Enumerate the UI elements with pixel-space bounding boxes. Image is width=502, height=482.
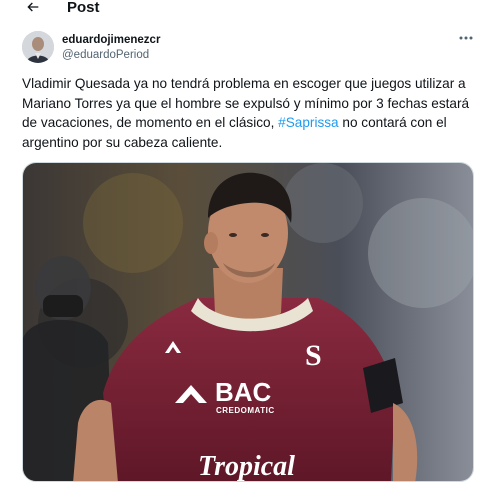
author-display-name[interactable]: eduardojimenezcr [62, 33, 160, 47]
sponsor-bac: BAC [215, 377, 272, 407]
sponsor-credomatic: CREDOMATIC [216, 406, 275, 415]
sponsor-tropical: Tropical [198, 451, 295, 482]
jersey-letter: S [305, 339, 322, 372]
tweet-text: Vladimir Quesada ya no tendrá problema e… [22, 74, 484, 152]
more-options-button[interactable] [454, 30, 478, 46]
more-dots-icon [459, 36, 473, 40]
player-photo: S BAC CREDOMATIC Tropical [23, 163, 473, 482]
avatar[interactable] [22, 31, 54, 63]
top-bar: Post [0, 0, 502, 20]
arrow-left-icon [27, 2, 39, 12]
page-title: Post [67, 0, 100, 16]
back-button[interactable] [22, 0, 44, 18]
author-handle[interactable]: @eduardoPeriod [62, 48, 149, 62]
profile-photo [22, 31, 54, 63]
hashtag-link[interactable]: #Saprissa [278, 115, 338, 130]
tweet-image[interactable]: S BAC CREDOMATIC Tropical [22, 162, 474, 482]
